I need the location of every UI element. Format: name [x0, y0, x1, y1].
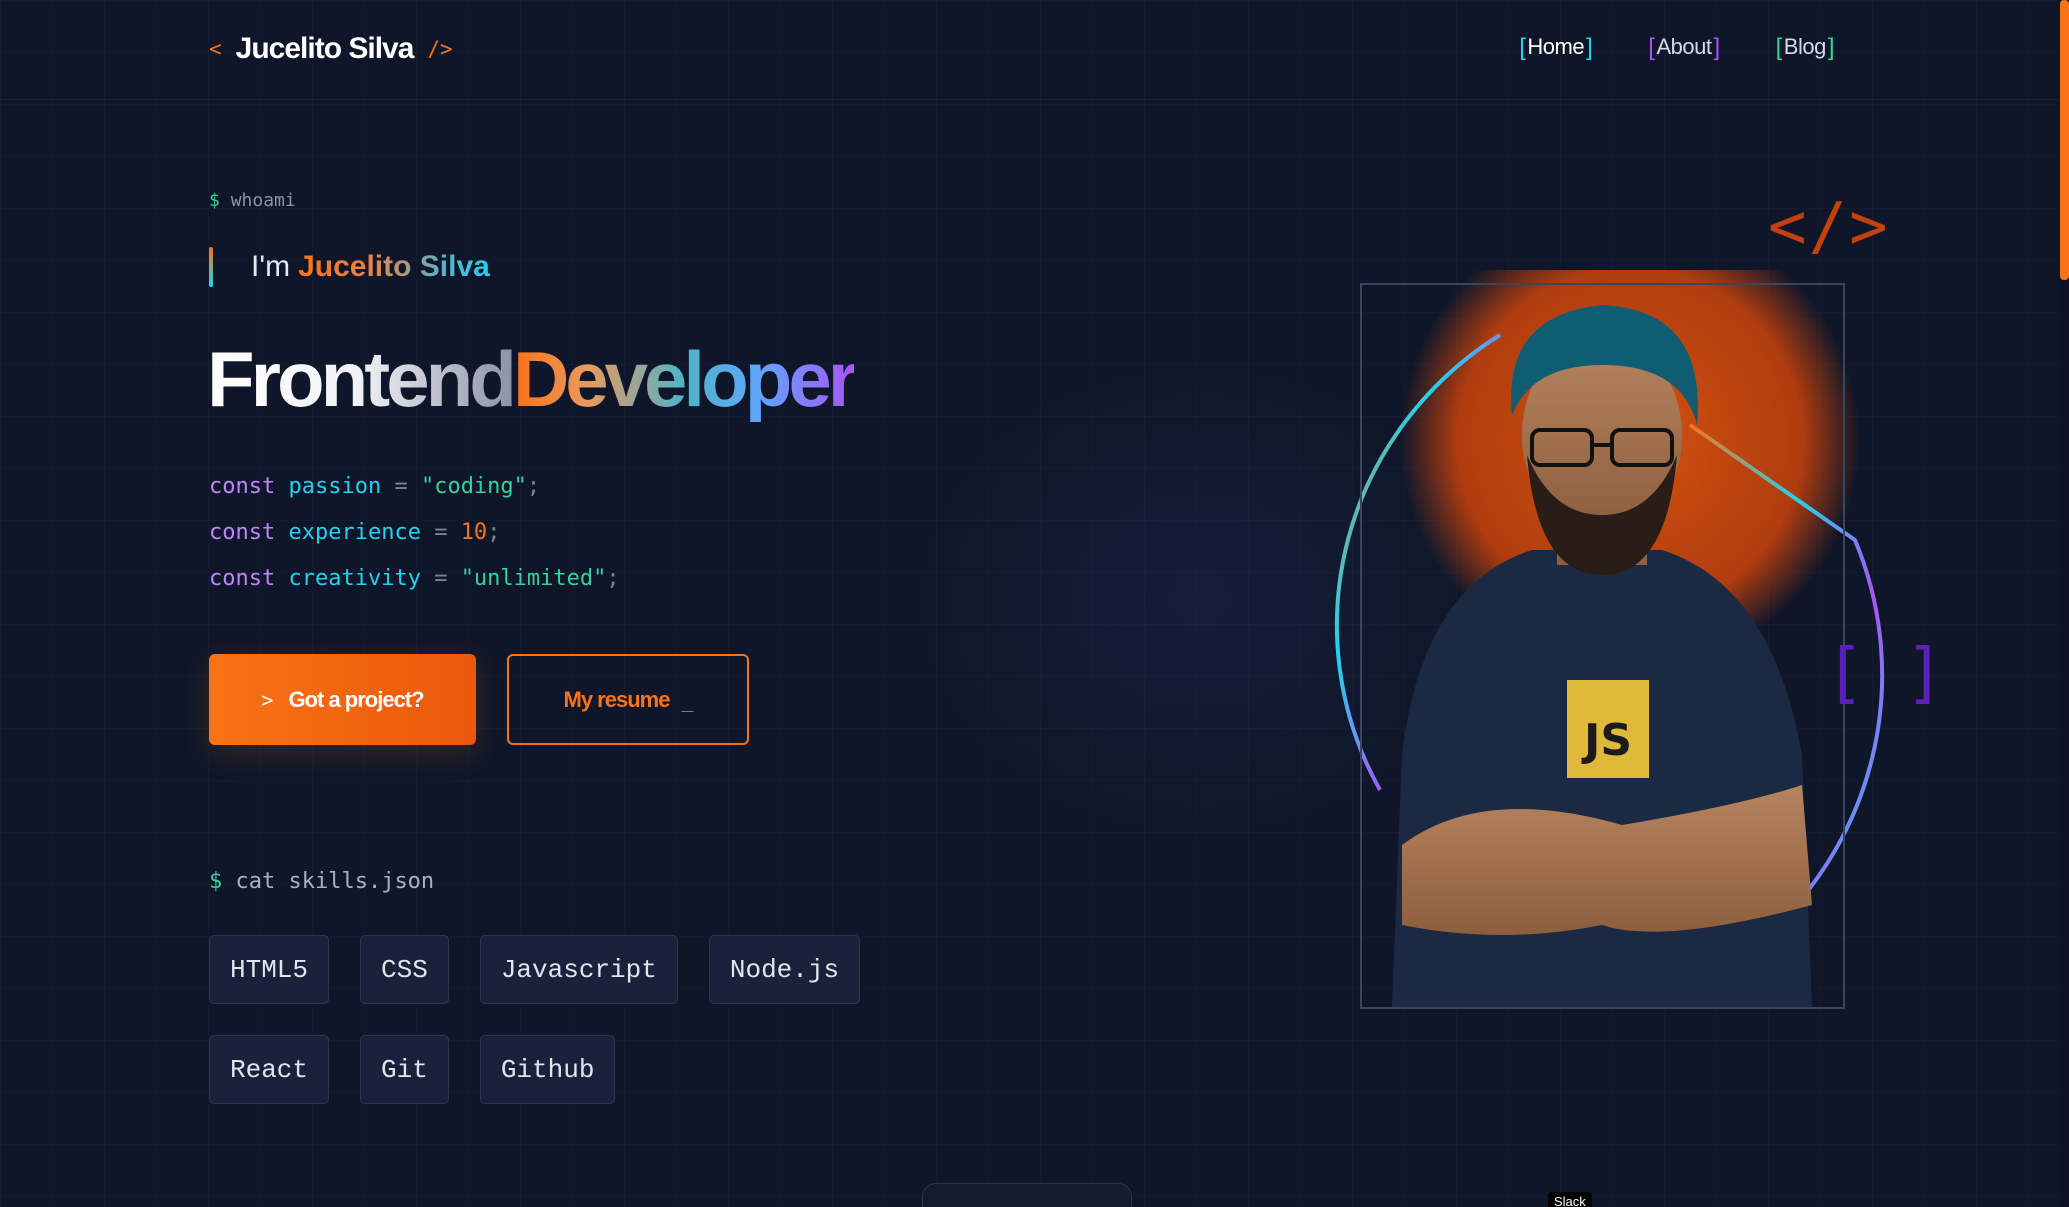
- code-operator: =: [434, 520, 448, 545]
- nav-bracket: [: [1775, 34, 1783, 61]
- js-logo-text: JS: [1581, 715, 1632, 766]
- blinking-cursor: _: [681, 687, 693, 712]
- my-resume-button[interactable]: My resume _: [507, 654, 749, 745]
- code-line: const passion = "coding";: [209, 464, 620, 510]
- code-keyword: const: [209, 520, 276, 545]
- skill-chip: Javascript: [479, 935, 678, 1004]
- shirt-shape: [1392, 550, 1812, 1007]
- nav-bracket: ]: [1827, 34, 1835, 61]
- nav-home-label: Home: [1527, 34, 1585, 59]
- nav-about-label: About: [1656, 34, 1712, 59]
- page-title: Frontend Developer: [207, 334, 858, 425]
- skills-prompt: $ cat skills.json: [209, 869, 434, 894]
- skill-chip: Git: [360, 1035, 449, 1104]
- skill-chip: HTML5: [209, 935, 330, 1004]
- code-keyword: const: [209, 566, 276, 591]
- skills-list: HTML5 CSS Javascript Node.js React Git G…: [209, 935, 909, 1104]
- code-end: ;: [487, 520, 501, 545]
- nav-bracket: [: [1519, 34, 1526, 61]
- prompt-command: cat skills.json: [235, 869, 435, 894]
- button-chevron: >: [261, 687, 273, 712]
- code-end: ;: [526, 474, 541, 499]
- code-variable: creativity: [288, 566, 421, 591]
- code-keyword: const: [209, 474, 276, 499]
- nav-bracket: [: [1648, 34, 1655, 61]
- logo-name: Jucelito Silva: [235, 32, 415, 65]
- main-nav: [Home] [About] [Blog]: [1519, 34, 1834, 62]
- title-part-frontend: Frontend: [207, 335, 517, 423]
- slack-tooltip: Slack: [1548, 1192, 1592, 1207]
- skill-chip: Github: [479, 1035, 616, 1104]
- nav-bracket: ]: [1713, 34, 1720, 61]
- nav-about[interactable]: [About]: [1648, 34, 1720, 62]
- logo-close-bracket: />: [427, 37, 453, 61]
- code-value: "coding": [420, 474, 527, 499]
- code-operator: =: [394, 474, 408, 499]
- intro-prefix: I'm: [251, 250, 291, 283]
- code-variable: passion: [288, 474, 382, 499]
- whoami-prompt: $ whoami: [209, 190, 296, 211]
- nav-blog-label: Blog: [1783, 34, 1827, 59]
- code-symbol-decoration: </>: [1768, 190, 1890, 264]
- logo-link[interactable]: < Jucelito Silva />: [209, 32, 453, 66]
- prompt-symbol: $: [209, 190, 220, 211]
- site-header: < Jucelito Silva /> [Home] [About] [Blog…: [0, 0, 2060, 100]
- prompt-symbol: $: [209, 869, 223, 894]
- code-value: 10: [460, 520, 488, 545]
- prompt-command: whoami: [230, 190, 296, 211]
- intro-line: I'm Jucelito Silva: [209, 246, 490, 288]
- code-line: const creativity = "unlimited";: [209, 556, 620, 602]
- portrait-frame: JS: [1360, 283, 1845, 1009]
- skill-chip: CSS: [360, 935, 449, 1004]
- nav-blog[interactable]: [Blog]: [1775, 34, 1835, 62]
- scrollbar-thumb[interactable]: [2060, 0, 2069, 280]
- skill-chip: React: [209, 1035, 330, 1104]
- intro-accent-bar: [209, 247, 213, 287]
- skill-chip: Node.js: [708, 935, 861, 1004]
- bottom-dock[interactable]: [922, 1183, 1132, 1207]
- nav-home[interactable]: [Home]: [1519, 34, 1593, 62]
- brackets-decoration: []: [1825, 634, 1985, 711]
- code-line: const experience = 10;: [209, 510, 620, 556]
- code-variable: experience: [288, 520, 421, 545]
- nav-bracket: ]: [1586, 34, 1593, 61]
- my-resume-label: My resume: [563, 686, 671, 712]
- intro-name: Jucelito Silva: [298, 250, 490, 283]
- code-operator: =: [434, 566, 448, 591]
- logo-open-bracket: <: [209, 37, 222, 61]
- code-snippet: const passion = "coding"; const experien…: [209, 464, 620, 602]
- code-value: "unlimited": [460, 566, 607, 591]
- got-a-project-label: Got a project?: [288, 686, 424, 712]
- code-end: ;: [606, 566, 620, 591]
- profile-photo: JS: [1392, 305, 1812, 1007]
- got-a-project-button[interactable]: > Got a project?: [209, 654, 476, 745]
- title-part-developer: Developer: [512, 335, 858, 423]
